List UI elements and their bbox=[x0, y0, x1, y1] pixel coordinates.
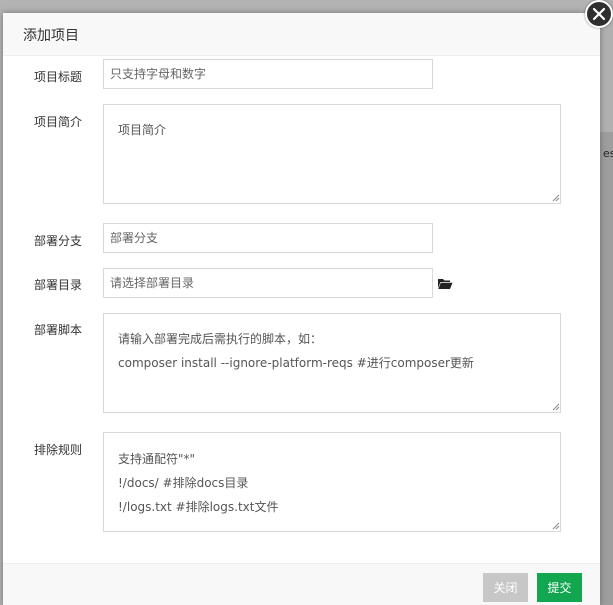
project-title-label: 项目标题 bbox=[34, 70, 83, 84]
project-desc-label: 项目简介 bbox=[34, 115, 83, 129]
folder-open-icon[interactable] bbox=[437, 277, 453, 290]
exclude-rules-line-3: !/logs.txt #排除logs.txt文件 bbox=[118, 500, 279, 514]
background-text: est bbox=[603, 147, 613, 160]
submit-button[interactable]: 提交 bbox=[537, 573, 582, 602]
deploy-dir-input[interactable] bbox=[103, 268, 433, 298]
close-icon bbox=[592, 7, 606, 21]
exclude-rules-line-2: !/docs/ #排除docs目录 bbox=[118, 476, 249, 490]
deploy-branch-label: 部署分支 bbox=[34, 234, 83, 248]
resize-grip-icon[interactable] bbox=[552, 522, 560, 530]
deploy-branch-input[interactable] bbox=[103, 223, 433, 253]
add-project-dialog: 添加项目 项目标题 项目简介 项目简介 部署分支 部署目录 部署脚本 请输入部署… bbox=[3, 13, 600, 605]
exclude-rules-label: 排除规则 bbox=[34, 443, 83, 457]
deploy-script-line-2: composer install --ignore-platform-reqs … bbox=[118, 356, 474, 370]
dialog-header: 添加项目 bbox=[3, 13, 600, 56]
dialog-title: 添加项目 bbox=[23, 28, 79, 44]
dialog-close-button[interactable] bbox=[585, 0, 613, 28]
exclude-rules-line-1: 支持通配符"*" bbox=[118, 452, 196, 466]
close-button[interactable]: 关闭 bbox=[483, 573, 528, 602]
project-title-input[interactable] bbox=[103, 59, 433, 89]
deploy-script-label: 部署脚本 bbox=[34, 323, 83, 337]
resize-grip-icon[interactable] bbox=[552, 403, 560, 411]
deploy-dir-label: 部署目录 bbox=[34, 278, 83, 292]
dialog-footer: 关闭 提交 bbox=[3, 563, 600, 605]
project-desc-textarea[interactable] bbox=[103, 104, 561, 204]
project-desc-placeholder: 项目简介 bbox=[118, 123, 167, 137]
deploy-script-line-1: 请输入部署完成后需执行的脚本，如： bbox=[118, 332, 323, 346]
resize-grip-icon[interactable] bbox=[552, 194, 560, 202]
